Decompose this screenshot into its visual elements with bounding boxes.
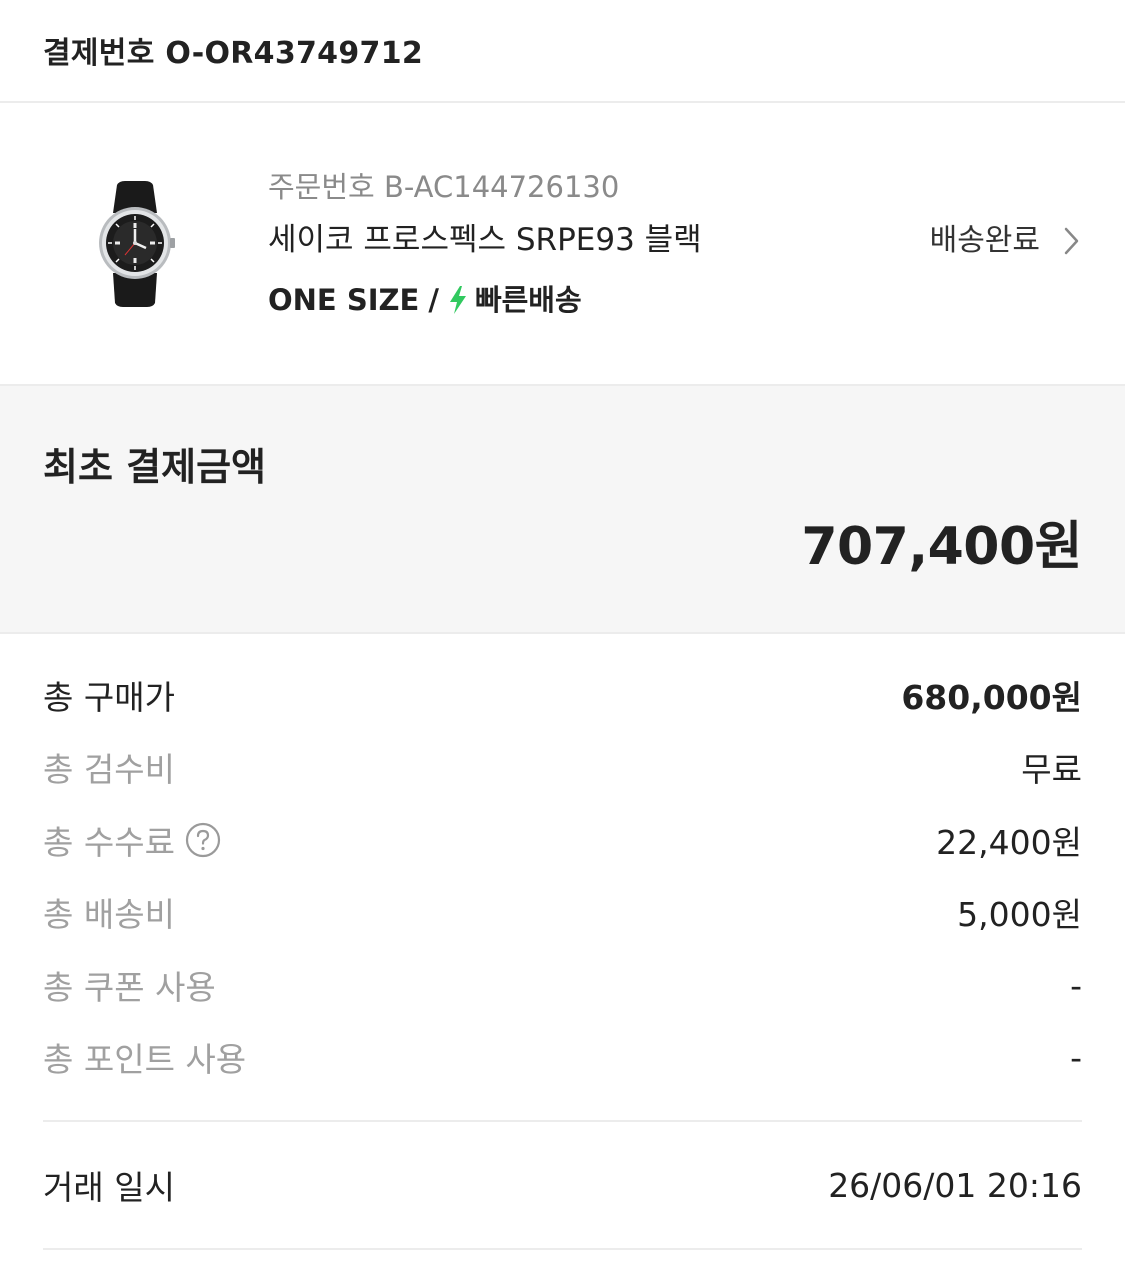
payment-detail-page: 결제번호 O-OR43749712 주문번호 B-AC144726130 세이코… [0,0,1125,1283]
payment-header: 결제번호 O-OR43749712 [0,0,1125,103]
total-price-row: 총 구매가 680,000원 [43,673,1082,717]
section-divider [43,1120,1082,1122]
initial-payment-panel: 최초 결제금액 707,400원 [0,384,1125,634]
product-size: ONE SIZE [268,283,420,317]
commission-fee-value: 22,400원 [936,823,1082,862]
inspection-fee-label: 총 검수비 [43,750,175,789]
commission-fee-row: 총 수수료 22,400원 [43,818,1082,862]
total-price-label: 총 구매가 [43,678,175,717]
commission-fee-label: 총 수수료 [43,823,175,862]
order-number: 주문번호 B-AC144726130 [268,170,620,204]
total-price-value: 680,000원 [901,678,1082,717]
shipping-fee-value: 5,000원 [957,895,1082,934]
option-separator: / [428,283,439,317]
point-value: - [1070,1037,1082,1077]
shipping-fee-row: 총 배송비 5,000원 [43,890,1082,934]
lightning-bolt-icon [449,286,466,314]
product-info: 주문번호 B-AC144726130 세이코 프로스펙스 SRPE93 블랙 O… [268,169,702,320]
coupon-label: 총 쿠폰 사용 [43,968,216,1007]
product-options: ONE SIZE / 빠른배송 [268,280,702,320]
chevron-right-icon [1064,227,1079,255]
price-breakdown: 총 구매가 680,000원 총 검수비 무료 총 수수료 22,400원 총 … [0,634,1125,1283]
initial-payment-amount: 707,400원 [801,517,1082,577]
transaction-date-row: 거래 일시 26/06/01 20:16 [43,1163,1082,1208]
transaction-date-label: 거래 일시 [43,1168,175,1207]
shipping-fee-label: 총 배송비 [43,895,175,934]
watch-image [99,181,175,307]
point-row: 총 포인트 사용 - [43,1035,1082,1080]
product-thumbnail[interactable] [95,175,175,311]
commission-fee-label-group: 총 수수료 [43,816,221,864]
product-card[interactable]: 주문번호 B-AC144726130 세이코 프로스펙스 SRPE93 블랙 O… [0,103,1125,384]
coupon-value: - [1070,965,1082,1005]
delivery-status-link[interactable]: 배송완료 [930,221,1082,261]
inspection-fee-row: 총 검수비 무료 [43,745,1082,789]
inspection-fee-value: 무료 [1021,750,1082,789]
bottom-divider [43,1248,1082,1250]
delivery-status-text: 배송완료 [929,223,1040,258]
transaction-date-value: 26/06/01 20:16 [828,1165,1082,1205]
payment-number: 결제번호 O-OR43749712 [43,35,424,71]
coupon-row: 총 쿠폰 사용 - [43,963,1082,1008]
point-label: 총 포인트 사용 [43,1040,247,1079]
product-name: 세이코 프로스펙스 SRPE93 블랙 [268,222,702,258]
fast-shipping-label: 빠른배송 [474,283,582,317]
question-help-icon[interactable] [185,822,221,858]
initial-payment-title: 최초 결제금액 [43,445,266,489]
